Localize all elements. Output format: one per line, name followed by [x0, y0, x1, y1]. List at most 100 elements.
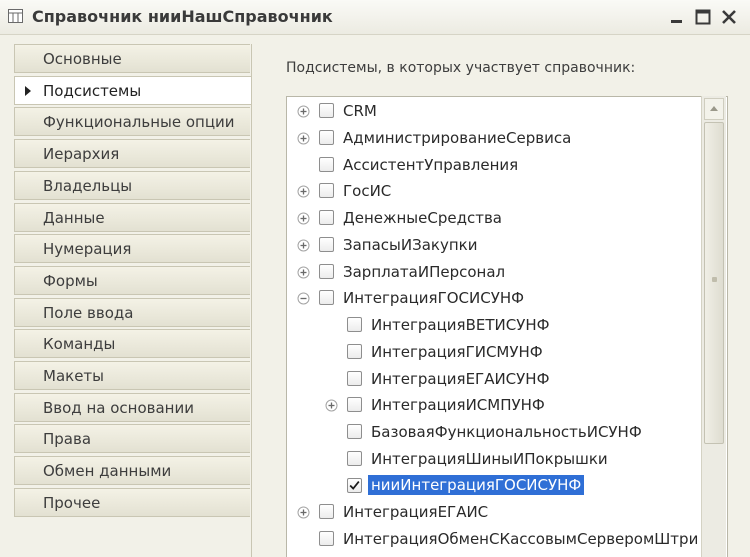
tab-4[interactable]: Иерархия	[14, 139, 250, 168]
tree-row[interactable]: ИнтеграцияГИСМУНФ	[287, 340, 707, 366]
subsystem-checkbox[interactable]	[347, 317, 362, 332]
subsystem-label: нииИнтеграцияГОСИСУНФ	[368, 475, 585, 495]
tree-row[interactable]: ИнтеграцияЕГАИС	[287, 500, 707, 526]
subsystem-label: CRM	[343, 102, 377, 120]
tree-row[interactable]: ГосИС	[287, 179, 707, 205]
tab-9[interactable]: Поле ввода	[14, 298, 250, 327]
tab-label: Подсистемы	[43, 82, 142, 100]
tab-list: Основные Подсистемы Функциональные опции Ие…	[14, 44, 252, 557]
tree-row[interactable]: ИнтеграцияГОСИСУНФ	[287, 286, 707, 312]
subsystem-label: ЗарплатаИПерсонал	[343, 263, 506, 281]
tab-label: Формы	[43, 272, 98, 290]
subsystem-checkbox[interactable]	[319, 130, 334, 145]
tree-row[interactable]: CRM	[287, 99, 707, 125]
tab-11[interactable]: Макеты	[14, 361, 250, 390]
window-title: Справочник нииНашСправочник	[32, 7, 333, 26]
collapse-minus-icon[interactable]	[297, 292, 310, 305]
tree-row[interactable]: ЗапасыИЗакупки	[287, 233, 707, 259]
subsystems-panel: Подсистемы, в которых участвует справочн…	[251, 44, 750, 557]
tab-label: Функциональные опции	[43, 113, 235, 131]
tree-row[interactable]: АдминистрированиеСервиса	[287, 126, 707, 152]
subsystem-checkbox[interactable]	[319, 504, 334, 519]
close-icon[interactable]	[720, 8, 738, 26]
expand-plus-icon[interactable]	[297, 105, 310, 118]
tab-label: Права	[43, 430, 92, 448]
expand-plus-icon[interactable]	[325, 399, 338, 412]
tree-row[interactable]: ИнтеграцияВЕТИСУНФ	[287, 313, 707, 339]
expand-plus-icon[interactable]	[297, 212, 310, 225]
subsystem-label: ИнтеграцияЕГАИСУНФ	[371, 370, 550, 388]
subsystem-label: ИнтеграцияОбменСКассовымСерверомШтри	[343, 530, 699, 548]
expand-plus-icon[interactable]	[297, 266, 310, 279]
tab-13[interactable]: Права	[14, 424, 250, 453]
tab-7[interactable]: Нумерация	[14, 234, 250, 263]
scroll-thumb[interactable]	[704, 122, 724, 444]
tree-row[interactable]: ИнтеграцияОбменСКассовымСерверомШтри	[287, 527, 707, 553]
tab-1[interactable]: Основные	[14, 44, 250, 73]
subsystem-checkbox[interactable]	[347, 424, 362, 439]
subsystem-checkbox[interactable]	[347, 451, 362, 466]
subsystem-checkbox[interactable]	[319, 290, 334, 305]
tab-2[interactable]: Подсистемы	[14, 76, 252, 105]
tab-3[interactable]: Функциональные опции	[14, 107, 250, 136]
expand-plus-icon[interactable]	[297, 239, 310, 252]
tab-14[interactable]: Обмен данными	[14, 456, 250, 485]
subsystem-label: ИнтеграцияВЕТИСУНФ	[371, 316, 550, 334]
tab-label: Ввод на основании	[43, 399, 194, 417]
tab-5[interactable]: Владельцы	[14, 171, 250, 200]
tree-row[interactable]: АссистентУправления	[287, 153, 707, 179]
tab-label: Нумерация	[43, 240, 132, 258]
tree-row[interactable]: ДенежныеСредства	[287, 206, 707, 232]
tab-12[interactable]: Ввод на основании	[14, 393, 250, 422]
subsystem-label: АссистентУправления	[343, 156, 519, 174]
tree-row[interactable]: БазоваяФункциональностьИСУНФ	[287, 420, 707, 446]
tab-label: Макеты	[43, 367, 105, 385]
catalog-window: Справочник нииНашСправочник Основные Подс…	[0, 0, 750, 557]
subsystem-checkbox[interactable]	[319, 264, 334, 279]
subsystem-label: ЗапасыИЗакупки	[343, 236, 478, 254]
title-bar[interactable]: Справочник нииНашСправочник	[0, 0, 750, 35]
tab-label: Обмен данными	[43, 462, 172, 480]
subsystem-label: ИнтеграцияШиныИПокрышки	[371, 450, 608, 468]
catalog-icon	[8, 9, 23, 23]
subsystem-checkbox[interactable]	[319, 531, 334, 546]
expand-plus-icon[interactable]	[297, 185, 310, 198]
tree-row[interactable]: ЗарплатаИПерсонал	[287, 260, 707, 286]
subsystem-checkbox[interactable]	[319, 210, 334, 225]
subsystem-checkbox[interactable]	[319, 237, 334, 252]
subsystem-checkbox[interactable]	[347, 478, 362, 493]
tree-row[interactable]: ИнтеграцияЕГАИСУНФ	[287, 367, 707, 393]
tab-8[interactable]: Формы	[14, 266, 250, 295]
subsystem-label: АдминистрированиеСервиса	[343, 129, 572, 147]
tree-row[interactable]: ИнтеграцияШиныИПокрышки	[287, 447, 707, 473]
subsystem-checkbox[interactable]	[347, 397, 362, 412]
tree-scrollbar[interactable]	[701, 96, 726, 557]
tree-row[interactable]: нииИнтеграцияГОСИСУНФ	[287, 474, 707, 500]
expand-plus-icon[interactable]	[297, 506, 310, 519]
subsystems-caption: Подсистемы, в которых участвует справочн…	[286, 60, 636, 76]
expand-plus-icon[interactable]	[297, 132, 310, 145]
subsystem-label: ИнтеграцияЕГАИС	[343, 503, 489, 521]
subsystem-label: ИнтеграцияИСМПУНФ	[371, 396, 545, 414]
subsystem-label: ГосИС	[343, 182, 392, 200]
tab-label: Иерархия	[43, 145, 120, 163]
subsystem-checkbox[interactable]	[319, 183, 334, 198]
subsystem-checkbox[interactable]	[347, 371, 362, 386]
minimize-icon[interactable]	[668, 8, 686, 26]
active-tab-marker-icon	[25, 86, 31, 96]
subsystem-checkbox[interactable]	[347, 344, 362, 359]
tree-row[interactable]: ИнтеграцияИСМПУНФ	[287, 393, 707, 419]
subsystem-checkbox[interactable]	[319, 157, 334, 172]
tab-15[interactable]: Прочее	[14, 488, 250, 517]
tab-10[interactable]: Команды	[14, 329, 250, 358]
scroll-grip-icon	[712, 277, 717, 282]
tab-label: Основные	[43, 50, 122, 68]
tab-6[interactable]: Данные	[14, 203, 250, 232]
scroll-up-icon[interactable]	[704, 98, 724, 120]
subsystems-tree[interactable]: CRM АдминистрированиеСервиса АссистентУпра…	[286, 96, 728, 557]
maximize-icon[interactable]	[694, 8, 712, 26]
subsystem-checkbox[interactable]	[319, 103, 334, 118]
tab-label: Владельцы	[43, 177, 133, 195]
checkmark-icon	[349, 481, 360, 490]
subsystem-label: ИнтеграцияГИСМУНФ	[371, 343, 543, 361]
